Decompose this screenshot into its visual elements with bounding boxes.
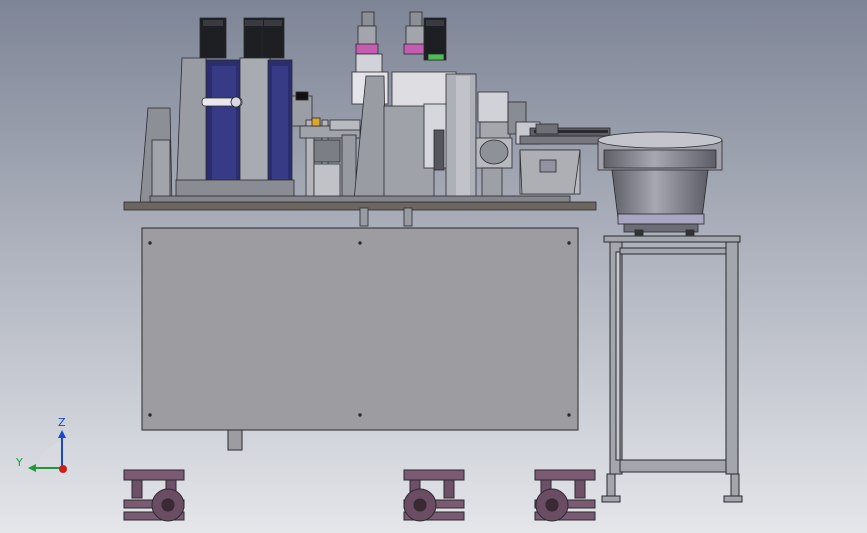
cad-viewport[interactable]: Z Y: [0, 0, 867, 533]
left-column-a: [175, 57, 211, 201]
left-column-b: [239, 57, 271, 201]
cad-model-scene[interactable]: Z Y: [0, 0, 867, 533]
center-valve-a: [361, 11, 375, 27]
left-gusset: [151, 139, 171, 201]
cabinet-drain-pipe: [227, 429, 243, 451]
z-axis-label: Z: [58, 416, 66, 429]
x-axis-dot: [59, 465, 67, 473]
y-axis-label: Y: [15, 456, 23, 469]
left-rail-knob: [230, 96, 242, 108]
center-valve-b: [409, 11, 423, 27]
cabinet-panel: [141, 227, 579, 431]
machine-cabinet: [141, 227, 579, 451]
